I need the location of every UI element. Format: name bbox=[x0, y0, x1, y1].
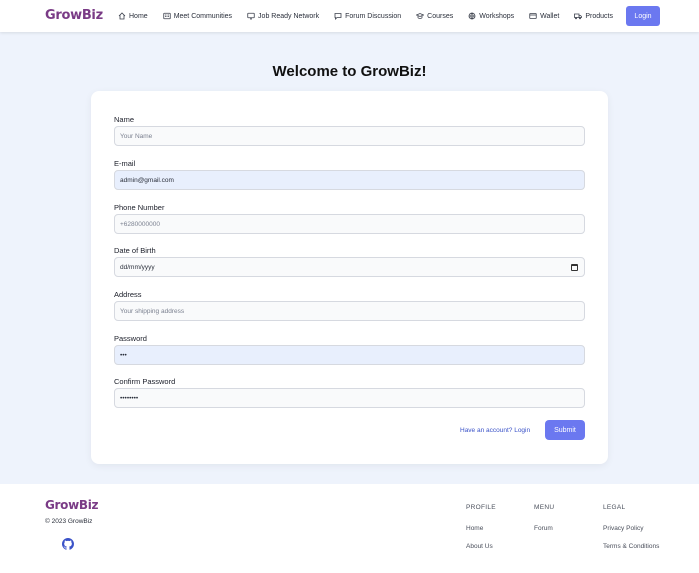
nav-meet-communities[interactable]: Meet Communities bbox=[163, 12, 232, 20]
footer-link-forum[interactable]: Forum bbox=[534, 525, 553, 532]
dob-input[interactable]: dd/mm/yyyy bbox=[114, 257, 585, 277]
nav-job-ready-network-label: Job Ready Network bbox=[258, 12, 320, 20]
nav-courses-label: Courses bbox=[427, 12, 454, 20]
brand-logo[interactable]: GrowBiz bbox=[45, 8, 103, 23]
confirm-password-input[interactable]: •••••••• bbox=[114, 388, 585, 408]
top-navbar: GrowBiz Home Meet Communities Job Ready … bbox=[0, 0, 699, 32]
registration-form: Name Your Name E-mail admin@gmail.com Ph… bbox=[91, 91, 608, 464]
footer-link-privacy-policy[interactable]: Privacy Policy bbox=[603, 525, 643, 532]
footer-link-about-us[interactable]: About Us bbox=[466, 543, 493, 550]
name-input[interactable]: Your Name bbox=[114, 126, 585, 146]
monitor-icon bbox=[247, 12, 255, 20]
calendar-icon[interactable] bbox=[571, 263, 578, 271]
footer-legal-heading: LEGAL bbox=[603, 504, 626, 511]
address-input[interactable]: Your shipping address bbox=[114, 301, 585, 321]
password-input[interactable]: ••• bbox=[114, 345, 585, 365]
nav-wallet[interactable]: Wallet bbox=[529, 12, 559, 20]
truck-icon bbox=[574, 13, 583, 20]
communities-icon bbox=[163, 12, 171, 20]
main-nav: Home Meet Communities Job Ready Network … bbox=[118, 11, 628, 21]
copyright-text: © 2023 GrowBiz bbox=[45, 518, 93, 525]
nav-wallet-label: Wallet bbox=[540, 12, 560, 20]
nav-workshops[interactable]: Workshops bbox=[468, 12, 514, 20]
nav-job-ready-network[interactable]: Job Ready Network bbox=[247, 12, 319, 20]
phone-label: Phone Number bbox=[114, 203, 165, 212]
globe-icon bbox=[468, 12, 476, 20]
dob-label: Date of Birth bbox=[114, 246, 156, 255]
nav-meet-communities-label: Meet Communities bbox=[173, 12, 233, 20]
footer-link-home[interactable]: Home bbox=[466, 525, 483, 532]
email-label: E-mail bbox=[114, 159, 136, 168]
nav-workshops-label: Workshops bbox=[479, 12, 515, 20]
page-title: Welcome to GrowBiz! bbox=[272, 63, 427, 80]
address-label: Address bbox=[114, 290, 142, 299]
nav-products[interactable]: Products bbox=[574, 12, 613, 20]
nav-forum-discussion[interactable]: Forum Discussion bbox=[334, 12, 401, 20]
footer-profile-heading: PROFILE bbox=[466, 504, 496, 511]
password-label: Password bbox=[114, 334, 147, 343]
footer: GrowBiz © 2023 GrowBiz PROFILE Home Abou… bbox=[0, 484, 699, 573]
login-button[interactable]: Login bbox=[626, 6, 660, 26]
footer-link-terms-conditions[interactable]: Terms & Conditions bbox=[603, 543, 659, 550]
phone-input[interactable]: +6280000000 bbox=[114, 214, 585, 234]
submit-button[interactable]: Submit bbox=[545, 420, 585, 440]
nav-products-label: Products bbox=[585, 12, 613, 20]
home-icon bbox=[118, 12, 126, 20]
dob-value: dd/mm/yyyy bbox=[120, 263, 155, 271]
have-account-login-link[interactable]: Have an account? Login bbox=[460, 427, 530, 434]
footer-menu-heading: MENU bbox=[534, 504, 555, 511]
nav-home[interactable]: Home bbox=[118, 12, 148, 20]
email-input[interactable]: admin@gmail.com bbox=[114, 170, 585, 190]
graduation-cap-icon bbox=[416, 13, 425, 19]
wallet-icon bbox=[529, 13, 537, 19]
nav-home-label: Home bbox=[129, 12, 148, 20]
chat-icon bbox=[334, 13, 342, 20]
github-icon[interactable] bbox=[62, 538, 74, 550]
footer-logo[interactable]: GrowBiz bbox=[45, 498, 99, 512]
confirm-password-label: Confirm Password bbox=[114, 377, 176, 386]
name-label: Name bbox=[114, 115, 135, 124]
nav-forum-discussion-label: Forum Discussion bbox=[345, 12, 402, 20]
nav-courses[interactable]: Courses bbox=[416, 12, 453, 20]
